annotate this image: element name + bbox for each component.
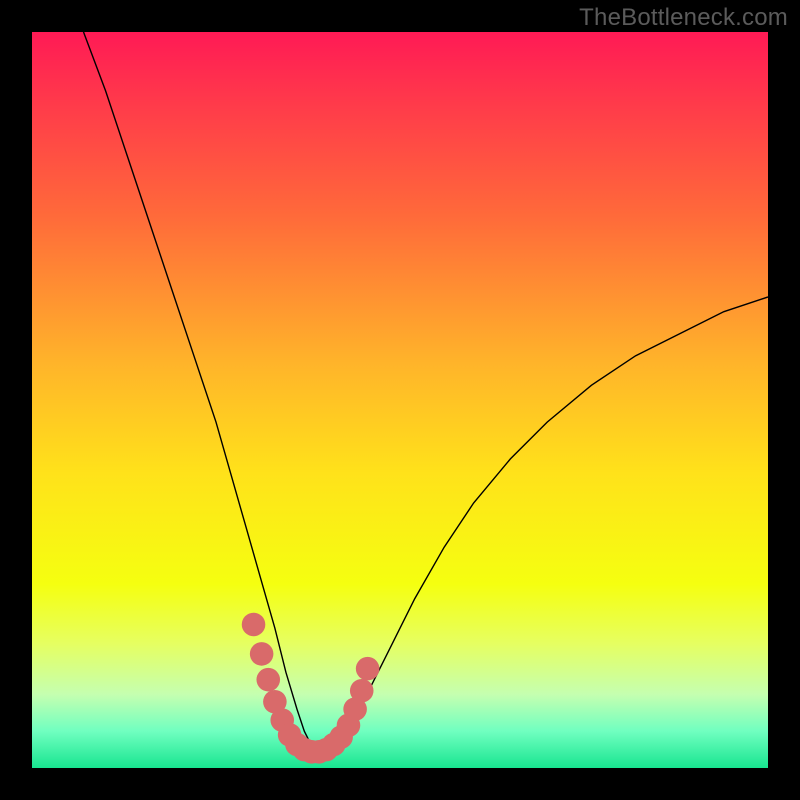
- chart-frame: TheBottleneck.com: [0, 0, 800, 800]
- highlight-point: [250, 642, 274, 666]
- highlight-point: [350, 679, 374, 703]
- gradient-background: [32, 32, 768, 768]
- highlight-point: [356, 657, 380, 681]
- highlight-point: [242, 613, 266, 637]
- highlight-point: [256, 668, 280, 692]
- watermark-text: TheBottleneck.com: [579, 4, 788, 32]
- plot-area: [32, 32, 768, 768]
- bottleneck-chart: [32, 32, 768, 768]
